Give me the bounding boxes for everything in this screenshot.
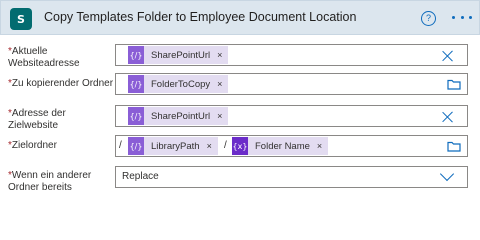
action-title: Copy Templates Folder to Employee Docume… xyxy=(44,10,357,24)
expression-icon: {/} xyxy=(128,137,144,155)
folder-icon[interactable] xyxy=(447,140,461,152)
more-options-icon[interactable] xyxy=(452,9,472,25)
destination-folder-input[interactable]: / {/} LibraryPath × / {x} Folder Name × xyxy=(115,135,468,157)
token-label: SharePointUrl xyxy=(151,110,211,122)
variable-token[interactable]: {x} Folder Name × xyxy=(232,137,329,155)
path-separator: / xyxy=(224,140,227,151)
chevron-down-icon[interactable] xyxy=(439,166,455,182)
token-label: SharePointUrl xyxy=(151,49,211,61)
folder-to-copy-input[interactable]: {/} FolderToCopy × xyxy=(115,73,468,95)
dynamic-token[interactable]: {/} SharePointUrl × xyxy=(128,46,229,64)
conflict-behavior-dropdown[interactable]: Replace xyxy=(115,166,468,188)
clear-icon[interactable] xyxy=(442,50,454,62)
current-site-address-input[interactable]: {/} SharePointUrl × xyxy=(115,44,468,66)
field-label-if-folder-exists: *Wenn ein anderer Ordner bereits xyxy=(8,170,92,193)
folder-icon[interactable] xyxy=(447,78,461,90)
field-label-current-site: *Aktuelle Websiteadresse xyxy=(8,46,80,69)
sharepoint-icon: S xyxy=(10,8,32,30)
token-remove-icon[interactable]: × xyxy=(217,111,222,121)
token-remove-icon[interactable]: × xyxy=(317,141,322,151)
field-label-destination-folder: *Zielordner xyxy=(8,140,57,151)
destination-site-address-input[interactable]: {/} SharePointUrl × xyxy=(115,105,468,127)
variable-icon: {x} xyxy=(232,137,248,155)
expression-icon: {/} xyxy=(128,75,144,93)
expression-icon: {/} xyxy=(128,46,144,64)
expression-icon: {/} xyxy=(128,107,144,125)
action-header[interactable]: S Copy Templates Folder to Employee Docu… xyxy=(0,0,480,35)
token-remove-icon[interactable]: × xyxy=(217,79,222,89)
dynamic-token[interactable]: {/} FolderToCopy × xyxy=(128,75,229,93)
dynamic-token[interactable]: {/} SharePointUrl × xyxy=(128,107,229,125)
token-label: Folder Name xyxy=(255,140,310,152)
field-label-folder-to-copy: *Zu kopierender Ordner xyxy=(8,78,114,89)
dropdown-selected-value: Replace xyxy=(122,171,159,182)
path-separator: / xyxy=(119,140,122,151)
sharepoint-icon-letter: S xyxy=(17,12,25,26)
dynamic-token[interactable]: {/} LibraryPath × xyxy=(128,137,218,155)
token-remove-icon[interactable]: × xyxy=(207,141,212,151)
token-label: LibraryPath xyxy=(151,140,200,152)
token-label: FolderToCopy xyxy=(151,78,211,90)
field-label-destination-site: *Adresse der Zielwebsite xyxy=(8,108,66,131)
help-icon[interactable]: ? xyxy=(421,11,436,26)
token-remove-icon[interactable]: × xyxy=(217,50,222,60)
clear-icon[interactable] xyxy=(442,111,454,123)
